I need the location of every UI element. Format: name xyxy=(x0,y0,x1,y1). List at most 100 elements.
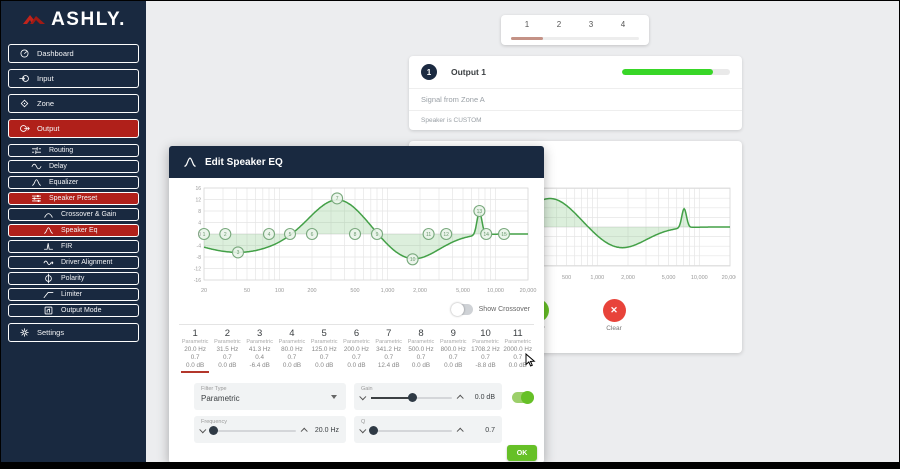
eq-handle-5[interactable]: 5 xyxy=(285,229,296,240)
sidebar-item-zone[interactable]: Zone xyxy=(8,94,139,113)
band-gain: -8.8 dB xyxy=(469,362,501,370)
band-q: 0.7 xyxy=(437,354,469,362)
eq-band-2[interactable]: 2Parametric31.5 Hz0.70.0 dB xyxy=(211,328,243,373)
gain-decrement-icon[interactable] xyxy=(359,393,366,400)
band-q: 0.7 xyxy=(405,354,437,362)
eq-handle-6[interactable]: 6 xyxy=(307,229,318,240)
eq-handle-4[interactable]: 4 xyxy=(264,229,275,240)
eq-handle-13[interactable]: 13 xyxy=(474,206,485,217)
speaker-eq-graph[interactable]: 12345678910111213141520501002005001,0002… xyxy=(176,182,537,302)
band-frequency: 1708.2 Hz xyxy=(469,346,501,354)
svg-text:10,000: 10,000 xyxy=(691,275,708,281)
tab-1[interactable]: 1 xyxy=(520,20,534,29)
sidebar-item-crossover-gain[interactable]: Crossover & Gain xyxy=(8,208,139,221)
output-icon xyxy=(19,123,30,134)
filter-type-select[interactable]: Filter Type Parametric xyxy=(194,383,346,410)
tab-2[interactable]: 2 xyxy=(552,20,566,29)
frequency-slider[interactable] xyxy=(211,430,296,432)
divider xyxy=(179,324,534,325)
q-slider[interactable] xyxy=(371,430,452,432)
routing-icon xyxy=(31,145,42,156)
speaker-eq-icon xyxy=(43,225,54,236)
band-gain: -6.4 dB xyxy=(244,362,276,370)
eq-band-11[interactable]: 11Parametric2000.0 Hz0.70.0 dB xyxy=(502,328,534,373)
sidebar-item-equalizer[interactable]: Equalizer xyxy=(8,176,139,189)
sidebar-item-routing[interactable]: Routing xyxy=(8,144,139,157)
eq-band-8[interactable]: 8Parametric500.0 Hz0.70.0 dB xyxy=(405,328,437,373)
eq-band-4[interactable]: 4Parametric80.0 Hz0.70.0 dB xyxy=(276,328,308,373)
sidebar-item-driver-alignment[interactable]: Driver Alignment xyxy=(8,256,139,269)
eq-handle-3[interactable]: 3 xyxy=(233,247,244,258)
sidebar-item-label: Settings xyxy=(37,328,64,337)
sidebar-item-polarity[interactable]: Polarity xyxy=(8,272,139,285)
clear-label: Clear xyxy=(606,325,622,332)
svg-text:100: 100 xyxy=(275,288,284,294)
eq-handle-14[interactable]: 14 xyxy=(481,229,492,240)
eq-band-5[interactable]: 5Parametric125.0 Hz0.70.0 dB xyxy=(308,328,340,373)
svg-text:15: 15 xyxy=(501,232,507,238)
show-crossover-toggle[interactable] xyxy=(451,304,473,315)
sidebar-item-dashboard[interactable]: Dashboard xyxy=(8,44,139,63)
sidebar-nav: Dashboard Input Zone Output Routing Delay Equa… xyxy=(1,39,146,342)
eq-handle-2[interactable]: 2 xyxy=(220,229,231,240)
svg-text:2,000: 2,000 xyxy=(413,288,427,294)
q-increment-icon[interactable] xyxy=(457,428,464,435)
eq-handle-7[interactable]: 7 xyxy=(332,193,343,204)
eq-handle-12[interactable]: 12 xyxy=(441,229,452,240)
band-q: 0.7 xyxy=(340,354,372,362)
sidebar-item-output[interactable]: Output xyxy=(8,119,139,138)
band-gain: 0.0 dB xyxy=(276,362,308,370)
tab-3[interactable]: 3 xyxy=(584,20,598,29)
eq-band-3[interactable]: 3Parametric41.3 Hz0.4-6.4 dB xyxy=(244,328,276,373)
band-type: Parametric xyxy=(437,339,469,346)
q-slider-knob[interactable] xyxy=(369,426,378,435)
limiter-icon xyxy=(43,289,54,300)
ashly-logo: ASHLY. xyxy=(1,1,146,39)
eq-handle-8[interactable]: 8 xyxy=(350,229,361,240)
band-enable-toggle[interactable] xyxy=(512,392,534,403)
gain-slider-knob[interactable] xyxy=(408,393,417,402)
clear-eq-button[interactable]: ✕ Clear xyxy=(603,299,626,332)
eq-band-6[interactable]: 6Parametric200.0 Hz0.70.0 dB xyxy=(340,328,372,373)
speaker-preset-row[interactable]: Speaker is CUSTOM xyxy=(409,111,742,129)
gain-slider[interactable] xyxy=(371,397,452,399)
eq-handle-9[interactable]: 9 xyxy=(372,229,383,240)
signal-source-row[interactable]: Signal from Zone A xyxy=(409,89,742,111)
band-number: 11 xyxy=(502,328,534,339)
sidebar-item-limiter[interactable]: Limiter xyxy=(8,288,139,301)
eq-band-7[interactable]: 7Parametric341.2 Hz0.712.4 dB xyxy=(373,328,405,373)
frequency-decrement-icon[interactable] xyxy=(199,426,206,433)
eq-handle-11[interactable]: 11 xyxy=(423,229,434,240)
sidebar-item-output-mode[interactable]: Output Mode xyxy=(8,304,139,317)
eq-band-10[interactable]: 10Parametric1708.2 Hz0.7-8.8 dB xyxy=(469,328,501,373)
sidebar-item-fir[interactable]: FIR xyxy=(8,240,139,253)
sidebar-item-delay[interactable]: Delay xyxy=(8,160,139,173)
svg-text:4: 4 xyxy=(198,221,201,227)
sidebar-item-label: Delay xyxy=(49,163,67,170)
output-tabs: 1 2 3 4 xyxy=(501,15,649,29)
frequency-increment-icon[interactable] xyxy=(301,428,308,435)
eq-band-1[interactable]: 1Parametric20.0 Hz0.70.0 dB xyxy=(179,328,211,373)
output-header-row[interactable]: 1 Output 1 xyxy=(409,56,742,89)
svg-text:9: 9 xyxy=(376,232,379,238)
frequency-slider-knob[interactable] xyxy=(209,426,218,435)
tab-4[interactable]: 4 xyxy=(616,20,630,29)
eq-handle-10[interactable]: 10 xyxy=(407,254,418,265)
sidebar-item-settings[interactable]: Settings xyxy=(8,323,139,342)
sidebar-item-speaker-preset[interactable]: Speaker Preset xyxy=(8,192,139,205)
sidebar-item-speaker-eq[interactable]: Speaker Eq xyxy=(8,224,139,237)
band-gain: 0.0 dB xyxy=(179,362,211,370)
band-number: 5 xyxy=(308,328,340,339)
q-decrement-icon[interactable] xyxy=(359,426,366,433)
eq-handle-15[interactable]: 15 xyxy=(499,229,510,240)
tab-active-indicator xyxy=(511,37,543,40)
output-mode-icon xyxy=(43,305,54,316)
ok-button[interactable]: OK xyxy=(507,445,537,461)
eq-band-9[interactable]: 9Parametric800.0 Hz0.70.0 dB xyxy=(437,328,469,373)
band-q: 0.4 xyxy=(244,354,276,362)
sidebar-item-input[interactable]: Input xyxy=(8,69,139,88)
gain-label: Gain xyxy=(361,386,495,392)
band-type: Parametric xyxy=(469,339,501,346)
gain-increment-icon[interactable] xyxy=(457,395,464,402)
band-frequency: 31.5 Hz xyxy=(211,346,243,354)
